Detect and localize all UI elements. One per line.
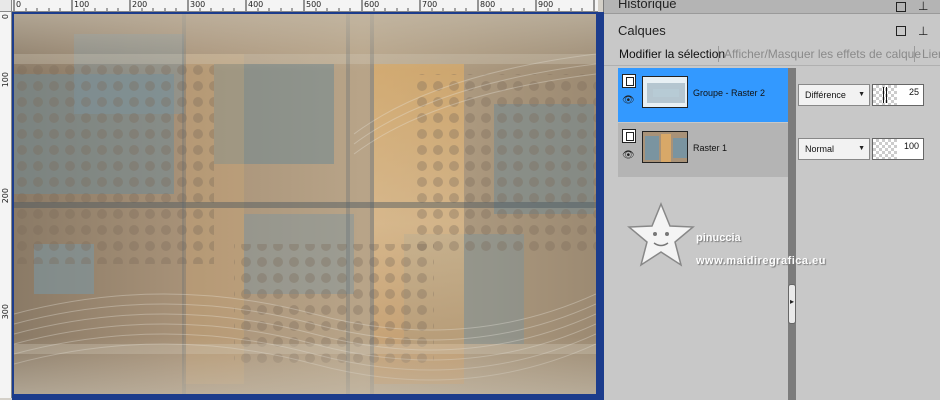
right-panels: Historique ⊥ Calques ⊥ Modifier la sélec… [604,0,940,400]
blend-mode-select[interactable]: Différence ▼ [798,84,870,106]
visibility-eye-icon[interactable]: 👁 [622,96,636,106]
opacity-slider[interactable]: 100 [872,138,924,160]
canvas-artwork [14,14,596,394]
ruler-label: 500 [306,0,322,9]
opacity-marker[interactable] [883,87,887,103]
image-canvas[interactable] [12,12,598,396]
modify-selection-button[interactable]: Modifier la sélection [619,47,725,61]
visibility-eye-icon[interactable]: 👁 [622,151,636,161]
opacity-checker [873,139,897,159]
layer-thumbnail [642,76,688,108]
watermark-author: pinuccia [696,232,741,244]
watermark: pinuccia www.maidiregrafica.eu [626,200,846,280]
splitter-handle[interactable]: ▸ [788,284,796,324]
dropdown-arrow-icon: ▼ [858,145,865,152]
horizontal-scrollbar[interactable] [12,396,598,400]
ruler-label: 800 [480,0,496,9]
dropdown-arrow-icon: ▼ [858,91,865,98]
watermark-url: www.maidiregrafica.eu [696,255,826,267]
ruler-label: 700 [422,0,438,9]
layer-type-icon [622,74,636,88]
ruler-label: 900 [538,0,554,9]
layers-toolbar: Modifier la sélection Afficher/Masquer l… [604,42,940,66]
layer-name: Raster 1 [693,143,728,153]
ruler-label: 100 [74,0,90,9]
ruler-label: 600 [364,0,380,9]
ruler-label: 400 [248,0,264,9]
opacity-slider[interactable]: 25 [872,84,924,106]
toggle-layer-effects-button[interactable]: Afficher/Masquer les effets de calque [724,47,921,61]
history-panel-title: Historique [618,0,677,11]
panel-options-icon[interactable] [896,2,906,12]
layer-thumbnail [642,131,688,163]
blend-mode-value: Normal [805,144,835,154]
link-button[interactable]: Lier [922,47,940,61]
ruler-label: 300 [1,304,10,320]
panel-options-icon[interactable] [896,26,906,36]
opacity-value: 100 [903,141,919,151]
ruler-label: 0 [16,0,22,9]
opacity-value: 25 [908,87,919,97]
horizontal-ruler: 0 100 200 300 400 500 600 700 800 900 [12,0,598,12]
blend-mode-value: Différence [805,90,846,100]
star-logo-icon [627,202,695,267]
pin-icon[interactable]: ⊥ [918,24,928,38]
chevron-right-icon: ▸ [790,297,795,306]
layers-panel-header: Calques ⊥ [604,20,940,42]
layer-type-icon [622,129,636,143]
layer-row-groupe-raster-2[interactable]: 👁 Groupe - Raster 2 [618,68,788,122]
layer-row-raster-1[interactable]: 👁 Raster 1 [618,123,788,177]
toolbar-separator [914,46,915,62]
ruler-corner [0,0,12,12]
blend-mode-select[interactable]: Normal ▼ [798,138,870,160]
ruler-label: 300 [190,0,206,9]
layer-name: Groupe - Raster 2 [693,88,766,98]
toolbar-separator [718,46,719,62]
ruler-label: 200 [1,188,10,204]
canvas-view: 0 100 200 300 400 500 600 700 800 900 0 … [0,0,604,400]
ruler-label: 0 [1,14,10,20]
history-panel-header: Historique ⊥ [604,0,940,14]
ruler-label: 200 [132,0,148,9]
vertical-ruler: 0 100 200 300 [0,12,12,398]
pin-icon[interactable]: ⊥ [918,0,928,13]
layers-panel-title: Calques [618,23,666,38]
ruler-label: 100 [1,72,10,88]
